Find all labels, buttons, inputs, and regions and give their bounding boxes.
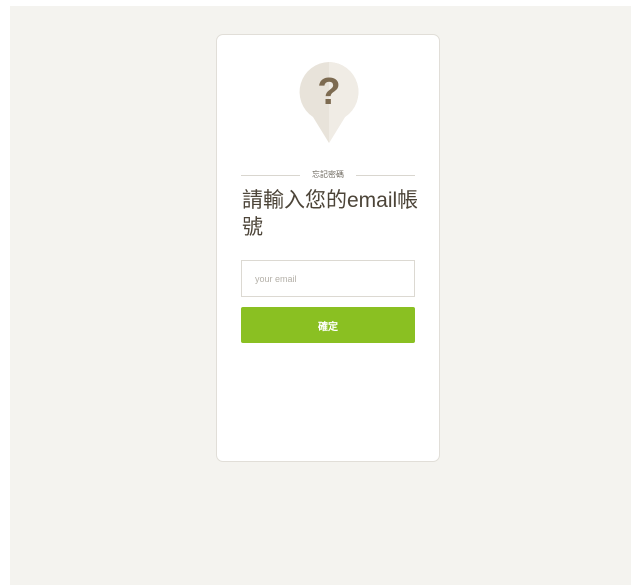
divider-line-left <box>241 174 300 176</box>
confirm-button[interactable]: 確定 <box>241 307 415 343</box>
section-label: 忘記密碼 <box>312 170 344 179</box>
page-background: ? 忘記密碼 請輸入您的email帳號 確定 <box>10 6 631 585</box>
section-divider: 忘記密碼 <box>241 169 415 181</box>
divider-line-right <box>356 174 415 176</box>
email-field[interactable] <box>241 260 415 297</box>
page-title: 請輸入您的email帳號 <box>242 189 419 239</box>
question-mark-bubble-icon: ? <box>299 62 359 143</box>
svg-text:?: ? <box>317 71 340 113</box>
forgot-password-card: ? 忘記密碼 請輸入您的email帳號 確定 <box>216 34 440 462</box>
